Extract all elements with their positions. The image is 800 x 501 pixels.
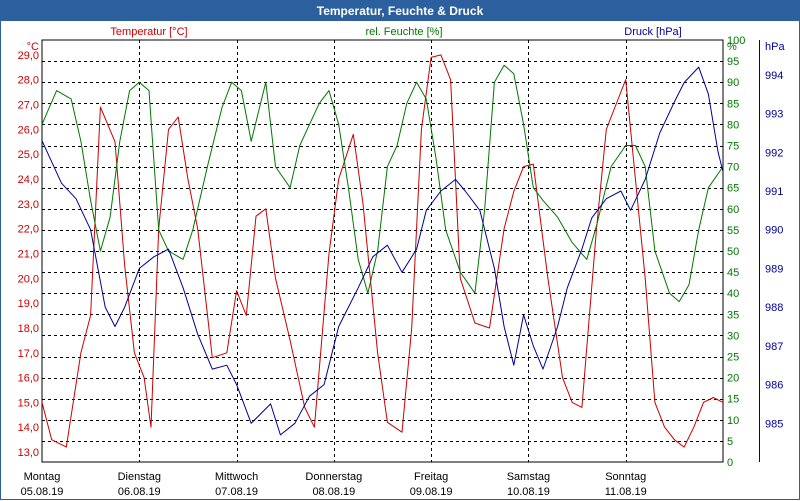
pressure-tick-label: 993 bbox=[765, 109, 783, 121]
temperature-tick-label: 19,0 bbox=[18, 298, 39, 310]
x-tick-day-label: Donnerstag bbox=[305, 471, 362, 483]
humidity-tick-label: 95 bbox=[727, 56, 739, 68]
pressure-tick-label: 988 bbox=[765, 302, 783, 314]
x-tick-date-label: 09.08.19 bbox=[410, 486, 453, 498]
pressure-tick-label: 994 bbox=[765, 70, 783, 82]
x-tick-date-label: 06.08.19 bbox=[118, 486, 161, 498]
temperature-tick-label: 20,0 bbox=[18, 273, 39, 285]
temperature-tick-label: 21,0 bbox=[18, 248, 39, 260]
temperature-tick-label: 25,0 bbox=[18, 149, 39, 161]
humidity-tick-label: 75 bbox=[727, 141, 739, 153]
chart-window: Temperatur, Feuchte & Druck 13,0 14,0 15,0… bbox=[0, 0, 800, 500]
pressure-tick-label: 992 bbox=[765, 147, 783, 159]
temperature-tick-label: 14,0 bbox=[18, 422, 39, 434]
temperature-tick-label: 24,0 bbox=[18, 174, 39, 186]
humidity-tick-label: 35 bbox=[727, 309, 739, 321]
temperature-tick-label: 23,0 bbox=[18, 199, 39, 211]
x-tick-day-label: Montag bbox=[24, 471, 61, 483]
humidity-tick-label: 60 bbox=[727, 204, 739, 216]
temperature-tick-label: 17,0 bbox=[18, 348, 39, 360]
x-tick-day-label: Dienstag bbox=[118, 471, 161, 483]
pressure-tick-label: 990 bbox=[765, 225, 783, 237]
temperature-tick-label: 18,0 bbox=[18, 323, 39, 335]
humidity-tick-label: 70 bbox=[727, 162, 739, 174]
x-tick-day-label: Sonntag bbox=[605, 471, 646, 483]
legend-entry: Temperatur [°C] bbox=[110, 26, 187, 38]
temperature-tick-label: 13,0 bbox=[18, 447, 39, 459]
humidity-tick-label: 25 bbox=[727, 352, 739, 364]
pressure-tick-label: 991 bbox=[765, 186, 783, 198]
chart: 13,0 14,0 15,0 16,0 17,0 18,0 19,0 20,0 21,0 22,0… bbox=[18, 26, 786, 498]
humidity-tick-label: 30 bbox=[727, 330, 739, 342]
x-tick-date-label: 08.08.19 bbox=[312, 486, 355, 498]
temperature-tick-label: 26,0 bbox=[18, 124, 39, 136]
temperature-unit-label: °C bbox=[27, 41, 39, 53]
humidity-tick-label: 45 bbox=[727, 267, 739, 279]
humidity-tick-label: 10 bbox=[727, 415, 739, 427]
humidity-unit-label: % bbox=[727, 41, 737, 53]
temperature-tick-label: 16,0 bbox=[18, 373, 39, 385]
temperature-tick-label: 27,0 bbox=[18, 100, 39, 112]
humidity-tick-label: 0 bbox=[727, 457, 733, 469]
humidity-tick-label: 40 bbox=[727, 288, 739, 300]
humidity-tick-label: 65 bbox=[727, 183, 739, 195]
x-tick-day-label: Freitag bbox=[414, 471, 448, 483]
humidity-tick-label: 55 bbox=[727, 225, 739, 237]
pressure-unit-label: hPa bbox=[765, 41, 785, 53]
humidity-tick-label: 5 bbox=[727, 436, 733, 448]
pressure-tick-label: 985 bbox=[765, 418, 783, 430]
x-tick-date-label: 10.08.19 bbox=[507, 486, 550, 498]
legend-entry: rel. Feuchte [%] bbox=[365, 26, 442, 38]
series-line-humidity bbox=[41, 64, 724, 303]
humidity-tick-label: 20 bbox=[727, 373, 739, 385]
temperature-tick-label: 22,0 bbox=[18, 224, 39, 236]
x-tick-day-label: Samstag bbox=[507, 471, 550, 483]
humidity-tick-label: 15 bbox=[727, 394, 739, 406]
pressure-tick-label: 987 bbox=[765, 341, 783, 353]
humidity-tick-label: 85 bbox=[727, 98, 739, 110]
pressure-tick-label: 989 bbox=[765, 263, 783, 275]
humidity-tick-label: 50 bbox=[727, 246, 739, 258]
pressure-tick-label: 986 bbox=[765, 380, 783, 392]
x-tick-date-label: 07.08.19 bbox=[215, 486, 258, 498]
temperature-tick-label: 15,0 bbox=[18, 397, 39, 409]
x-tick-date-label: 05.08.19 bbox=[21, 486, 64, 498]
legend-entry: Druck [hPa] bbox=[624, 26, 681, 38]
humidity-tick-label: 80 bbox=[727, 119, 739, 131]
temperature-tick-label: 28,0 bbox=[18, 75, 39, 87]
x-tick-day-label: Mittwoch bbox=[215, 471, 258, 483]
x-tick-date-label: 11.08.19 bbox=[605, 486, 647, 498]
humidity-tick-label: 90 bbox=[727, 77, 739, 89]
